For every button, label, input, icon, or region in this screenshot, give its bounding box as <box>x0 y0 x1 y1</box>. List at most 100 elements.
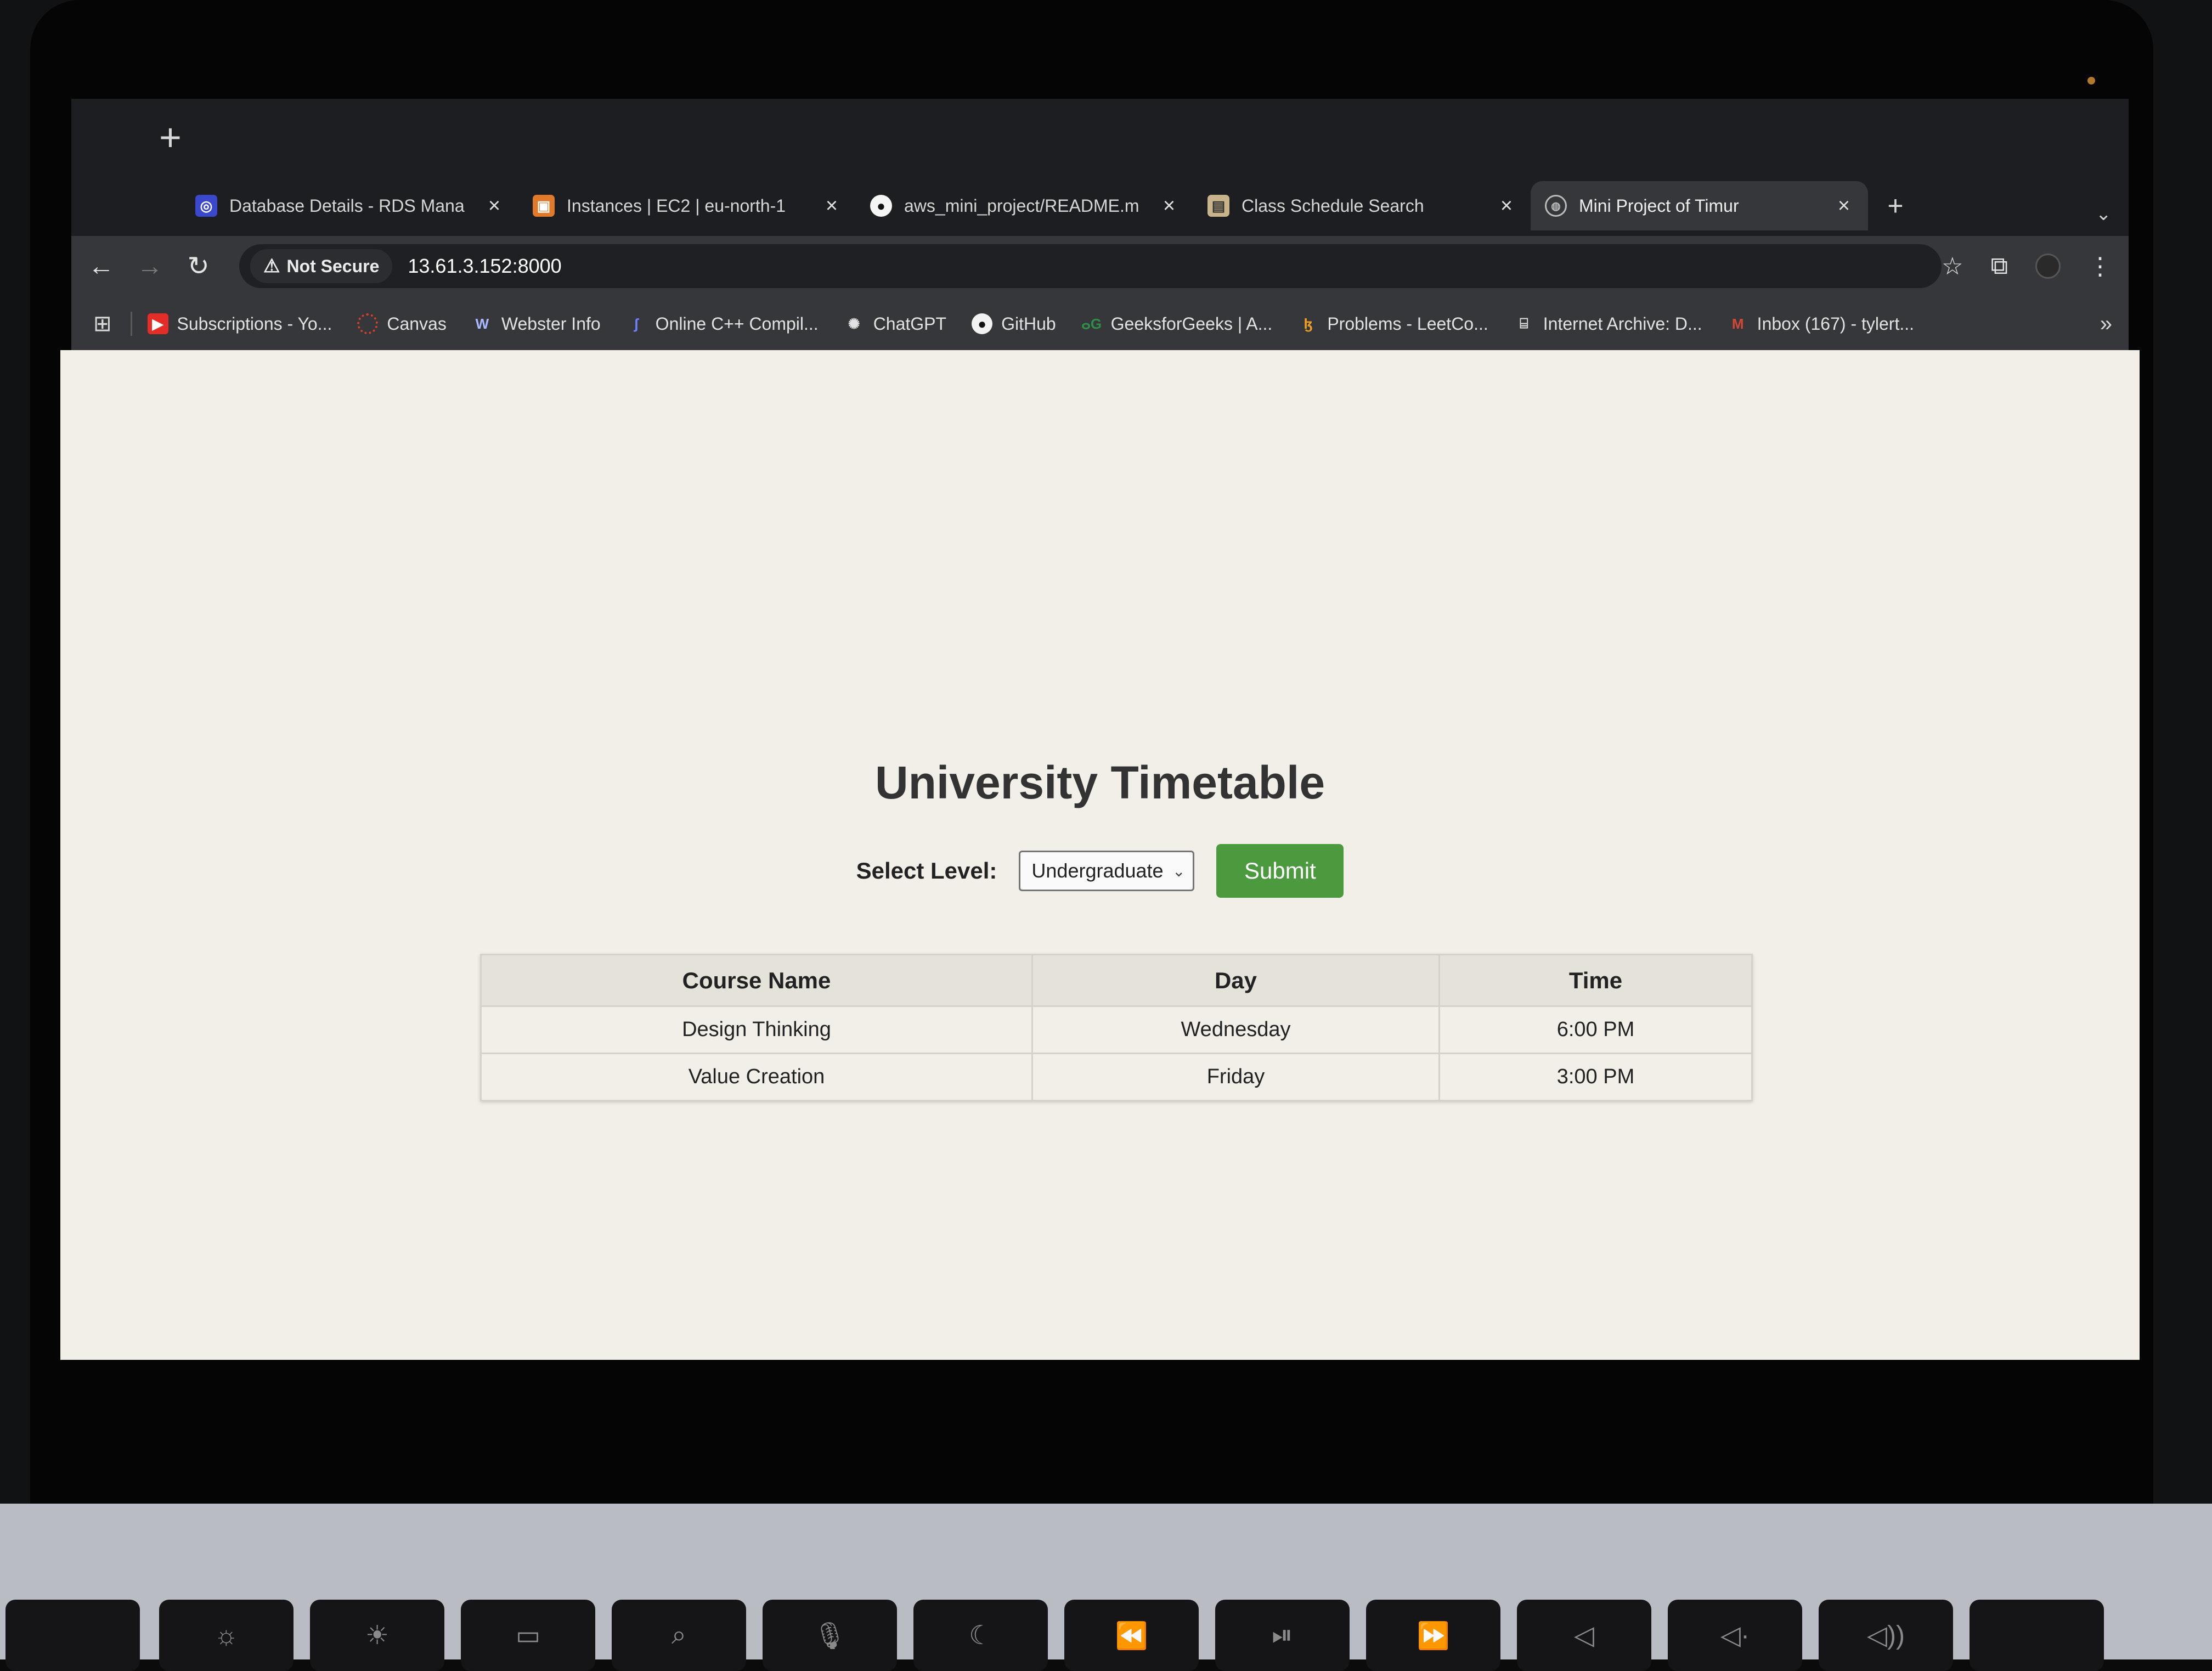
escape-key <box>5 1600 140 1671</box>
bookmark-webster[interactable]: W Webster Info <box>472 313 601 334</box>
bookmark-github[interactable]: ● GitHub <box>972 313 1056 334</box>
table-row: Design Thinking Wednesday 6:00 PM <box>480 1005 1753 1054</box>
bookmark-label: Subscriptions - Yo... <box>177 313 332 334</box>
level-label: Select Level: <box>856 858 997 884</box>
forward-button[interactable]: → <box>126 251 174 282</box>
level-form: Select Level: Undergraduate ⌄ Submit <box>60 844 2140 898</box>
page-title: University Timetable <box>874 757 1325 808</box>
bookmark-cpp-compiler[interactable]: ʃ Online C++ Compil... <box>626 313 819 334</box>
chevron-double-right-icon[interactable]: » <box>2100 312 2112 336</box>
ec2-icon: ▣ <box>533 195 555 217</box>
bookmark-label: GeeksforGeeks | A... <box>1110 313 1273 334</box>
day-cell: Wednesday <box>1031 1005 1440 1054</box>
globe-icon: ◍ <box>1545 195 1567 217</box>
course-name-cell: Value Creation <box>480 1053 1033 1101</box>
youtube-icon: ▶ <box>147 313 168 334</box>
address-bar[interactable]: ⚠ Not Secure 13.61.3.152:8000 <box>239 244 1942 288</box>
tab-label: Mini Project of Timur <box>1579 195 1739 216</box>
close-icon[interactable]: × <box>484 194 504 218</box>
time-cell: 6:00 PM <box>1438 1005 1753 1054</box>
selected-level: Undergraduate <box>1031 859 1164 882</box>
avatar[interactable] <box>2035 254 2061 279</box>
tab-label: aws_mini_project/README.m <box>904 195 1139 216</box>
chatgpt-icon: ✺ <box>848 315 860 332</box>
table-row: Value Creation Friday 3:00 PM <box>480 1053 1753 1101</box>
bookmark-label: ChatGPT <box>873 313 947 334</box>
tab-mini-project[interactable]: ◍ Mini Project of Timur × <box>1531 181 1868 230</box>
reload-button[interactable]: ↻ <box>174 251 223 282</box>
warning-icon: ⚠ <box>263 256 280 277</box>
close-icon[interactable]: × <box>1159 194 1179 218</box>
level-select[interactable]: Undergraduate ⌄ <box>1019 851 1195 891</box>
leetcode-icon: ɮ <box>1304 315 1313 332</box>
github-icon: ● <box>870 195 892 217</box>
bookmark-chatgpt[interactable]: ✺ ChatGPT <box>844 313 946 334</box>
camera-indicator <box>2087 77 2095 85</box>
tab-label: Instances | EC2 | eu-north-1 <box>567 195 786 216</box>
bookmark-leetcode[interactable]: ɮ Problems - LeetCo... <box>1297 313 1488 334</box>
day-cell: Friday <box>1031 1053 1440 1101</box>
bookmark-label: Inbox (167) - tylert... <box>1757 313 1914 334</box>
tab-label: Class Schedule Search <box>1242 195 1424 216</box>
toolbar-actions: ☆ ⧉ ⋮ <box>1942 252 2129 280</box>
apps-grid-icon[interactable]: ⊞ <box>93 311 112 336</box>
column-header: Day <box>1031 954 1440 1007</box>
close-icon[interactable]: × <box>822 194 842 218</box>
brightness-down-key: ☼ <box>159 1600 294 1671</box>
fast-forward-key: ⏩ <box>1366 1600 1500 1671</box>
close-icon[interactable]: × <box>1834 194 1854 218</box>
chevron-down-icon[interactable]: ⌄ <box>2096 203 2112 225</box>
brightness-up-key: ☀ <box>310 1600 444 1671</box>
dictation-key: 🎙 <box>763 1600 897 1671</box>
bookmark-label: Problems - LeetCo... <box>1327 313 1488 334</box>
chevron-down-icon: ⌄ <box>1172 862 1186 880</box>
column-header: Time <box>1438 954 1753 1007</box>
mission-control-key: ▭ <box>461 1600 595 1671</box>
rds-icon: ◎ <box>195 195 217 217</box>
new-tab-button[interactable]: + <box>1879 190 1912 222</box>
volume-up-key: ◁)) <box>1819 1600 1953 1671</box>
divider <box>130 312 132 336</box>
github-icon: ● <box>972 313 993 334</box>
table-header-row: Course Name Day Time <box>480 954 1753 1007</box>
tab-label: Database Details - RDS Mana <box>229 195 465 216</box>
gfg-icon: ⴰG <box>1081 315 1102 332</box>
submit-button[interactable]: Submit <box>1216 844 1344 898</box>
canvas-icon <box>357 313 379 334</box>
bookmark-label: Online C++ Compil... <box>655 313 819 334</box>
laptop-frame: + ◎ Database Details - RDS Mana × ▣ Inst… <box>0 0 2212 1671</box>
play-pause-key: ⏯ <box>1215 1600 1350 1671</box>
bookmark-youtube[interactable]: ▶ Subscriptions - Yo... <box>147 313 332 334</box>
back-button[interactable]: ← <box>77 251 126 282</box>
menu-icon[interactable]: ⋮ <box>2088 252 2112 280</box>
bookmark-geeksforgeeks[interactable]: ⴰG GeeksforGeeks | A... <box>1081 313 1273 334</box>
column-header: Course Name <box>480 954 1033 1007</box>
tab-github-readme[interactable]: ● aws_mini_project/README.m × <box>856 181 1193 230</box>
mute-key: ◁ <box>1517 1600 1651 1671</box>
web-page: University Timetable Select Level: Under… <box>60 350 2140 1360</box>
security-label: Not Secure <box>286 256 380 276</box>
bookmark-internet-archive[interactable]: ⌸ Internet Archive: D... <box>1514 313 1702 334</box>
bookmark-canvas[interactable]: Canvas <box>357 313 447 334</box>
extensions-icon[interactable]: ⧉ <box>1991 252 2008 280</box>
schedule-icon: ▤ <box>1207 195 1229 217</box>
volume-down-key: ◁· <box>1668 1600 1802 1671</box>
security-indicator[interactable]: ⚠ Not Secure <box>250 249 393 283</box>
compiler-icon: ʃ <box>634 315 639 332</box>
search-key: ⌕ <box>612 1600 746 1671</box>
course-name-cell: Design Thinking <box>480 1005 1033 1054</box>
star-icon[interactable]: ☆ <box>1942 252 1963 280</box>
bookmark-gmail[interactable]: M Inbox (167) - tylert... <box>1728 313 1914 334</box>
url-text[interactable]: 13.61.3.152:8000 <box>408 255 561 278</box>
bookmark-label: Webster Info <box>501 313 601 334</box>
tab-ec2[interactable]: ▣ Instances | EC2 | eu-north-1 × <box>518 181 856 230</box>
close-icon[interactable]: × <box>1497 194 1516 218</box>
tab-strip: ◎ Database Details - RDS Mana × ▣ Instan… <box>181 181 1912 230</box>
tab-rds[interactable]: ◎ Database Details - RDS Mana × <box>181 181 518 230</box>
rewind-key: ⏪ <box>1064 1600 1199 1671</box>
bookmarks-bar: ⊞ ▶ Subscriptions - Yo... Canvas W Webst… <box>71 296 2129 351</box>
gmail-icon: M <box>1731 315 1744 332</box>
plus-icon[interactable]: + <box>159 118 182 156</box>
archive-icon: ⌸ <box>1519 315 1528 331</box>
tab-class-schedule[interactable]: ▤ Class Schedule Search × <box>1193 181 1531 230</box>
